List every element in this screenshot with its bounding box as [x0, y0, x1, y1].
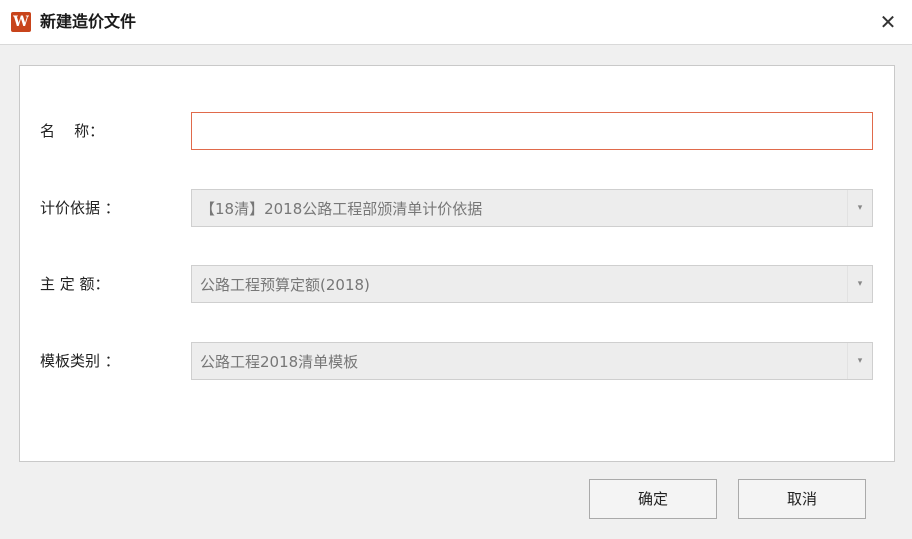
pricing-basis-label: 计价依据 ：	[40, 199, 120, 217]
name-input[interactable]	[191, 112, 873, 150]
chevron-down-icon[interactable]: ▾	[847, 190, 872, 226]
pricing-basis-select[interactable]: 【18清】2018公路工程部颁清单计价依据 ▾	[191, 189, 873, 227]
main-quota-select[interactable]: 公路工程预算定额(2018) ▾	[191, 265, 873, 303]
pricing-basis-value: 【18清】2018公路工程部颁清单计价依据	[200, 200, 483, 218]
app-logo-icon: W	[11, 12, 31, 32]
chevron-down-icon[interactable]: ▾	[847, 266, 872, 302]
ok-button[interactable]: 确定	[589, 479, 717, 519]
template-type-select[interactable]: 公路工程2018清单模板 ▾	[191, 342, 873, 380]
close-icon[interactable]: ✕	[874, 8, 902, 36]
cancel-button[interactable]: 取消	[738, 479, 866, 519]
name-label: 名 称：	[40, 122, 105, 140]
dialog-titlebar: W 新建造价文件 ✕	[0, 0, 912, 45]
main-quota-label: 主 定 额：	[40, 275, 110, 293]
form-panel: 名 称： 计价依据 ： 【18清】2018公路工程部颁清单计价依据 ▾ 主 定 …	[19, 65, 895, 462]
template-type-value: 公路工程2018清单模板	[200, 353, 359, 371]
template-type-label: 模板类别 ：	[40, 352, 120, 370]
chevron-down-icon[interactable]: ▾	[847, 343, 872, 379]
main-quota-value: 公路工程预算定额(2018)	[200, 276, 370, 294]
dialog-title: 新建造价文件	[40, 12, 137, 31]
